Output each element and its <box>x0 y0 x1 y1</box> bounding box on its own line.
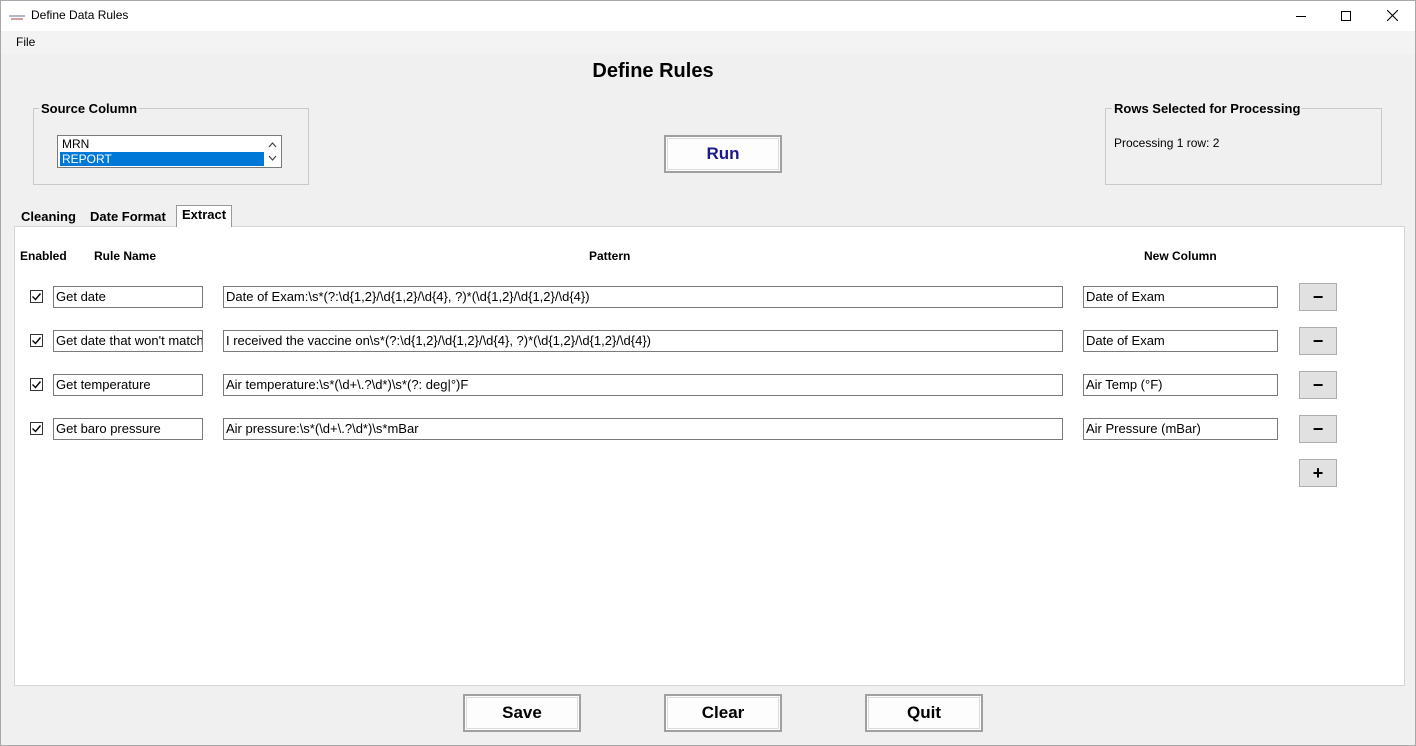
maximize-icon <box>1341 10 1351 21</box>
rule-name-input[interactable]: Get date that won't match <box>53 330 203 352</box>
source-column-legend: Source Column <box>39 101 140 116</box>
checkmark-icon <box>32 425 42 433</box>
add-rule-button[interactable]: + <box>1299 459 1337 487</box>
pattern-input[interactable]: Air pressure:\s*(\d+\.?\d*)\s*mBar <box>223 418 1063 440</box>
run-button[interactable]: Run <box>664 135 782 173</box>
rule-enabled-checkbox[interactable] <box>30 290 43 303</box>
rule-name-input[interactable]: Get date <box>53 286 203 308</box>
pattern-input[interactable]: I received the vaccine on\s*(?:\d{1,2}/\… <box>223 330 1063 352</box>
checkmark-icon <box>32 381 42 389</box>
new-column-input[interactable]: Air Temp (°F) <box>1083 374 1278 396</box>
scroll-arrows-icon <box>268 142 277 161</box>
menu-file[interactable]: File <box>16 35 35 49</box>
minimize-button[interactable] <box>1278 0 1324 31</box>
checkmark-icon <box>32 337 42 345</box>
rule-name-input[interactable]: Get baro pressure <box>53 418 203 440</box>
app-icon <box>9 10 25 20</box>
rule-enabled-checkbox[interactable] <box>30 334 43 347</box>
header-enabled: Enabled <box>20 249 67 263</box>
listbox-scrollbar[interactable] <box>264 136 281 167</box>
close-button[interactable] <box>1369 0 1415 31</box>
list-item-report[interactable]: REPORT <box>60 152 266 166</box>
title-bar <box>0 0 1416 31</box>
rule-name-input[interactable]: Get temperature <box>53 374 203 396</box>
minimize-icon <box>1296 15 1306 17</box>
header-new-column: New Column <box>1144 249 1217 263</box>
rows-selected-text: Processing 1 row: 2 <box>1114 136 1220 150</box>
checkmark-icon <box>32 293 42 301</box>
new-column-input[interactable]: Date of Exam <box>1083 330 1278 352</box>
list-item-mrn[interactable]: MRN <box>60 137 266 151</box>
remove-rule-button[interactable]: − <box>1299 371 1337 399</box>
maximize-button[interactable] <box>1323 0 1369 31</box>
pattern-input[interactable]: Air temperature:\s*(\d+\.?\d*)\s*(?: deg… <box>223 374 1063 396</box>
rule-enabled-checkbox[interactable] <box>30 422 43 435</box>
window-title: Define Data Rules <box>31 8 129 22</box>
rows-selected-legend: Rows Selected for Processing <box>1112 101 1303 116</box>
header-rule-name: Rule Name <box>94 249 157 263</box>
menu-bar <box>1 31 1415 54</box>
remove-rule-button[interactable]: − <box>1299 327 1337 355</box>
source-column-listbox[interactable]: MRN REPORT <box>57 135 282 168</box>
save-button[interactable]: Save <box>463 694 581 732</box>
new-column-input[interactable]: Air Pressure (mBar) <box>1083 418 1278 440</box>
new-column-input[interactable]: Date of Exam <box>1083 286 1278 308</box>
quit-button[interactable]: Quit <box>865 694 983 732</box>
rule-enabled-checkbox[interactable] <box>30 378 43 391</box>
remove-rule-button[interactable]: − <box>1299 283 1337 311</box>
page-title: Define Rules <box>592 60 714 82</box>
clear-button[interactable]: Clear <box>664 694 782 732</box>
remove-rule-button[interactable]: − <box>1299 415 1337 443</box>
tab-extract[interactable]: Extract <box>176 205 233 227</box>
tab-date-format[interactable]: Date Format <box>85 207 171 227</box>
tab-cleaning[interactable]: Cleaning <box>16 207 81 227</box>
pattern-input[interactable]: Date of Exam:\s*(?:\d{1,2}/\d{1,2}/\d{4}… <box>223 286 1063 308</box>
header-pattern: Pattern <box>589 249 631 263</box>
close-icon <box>1386 10 1398 21</box>
